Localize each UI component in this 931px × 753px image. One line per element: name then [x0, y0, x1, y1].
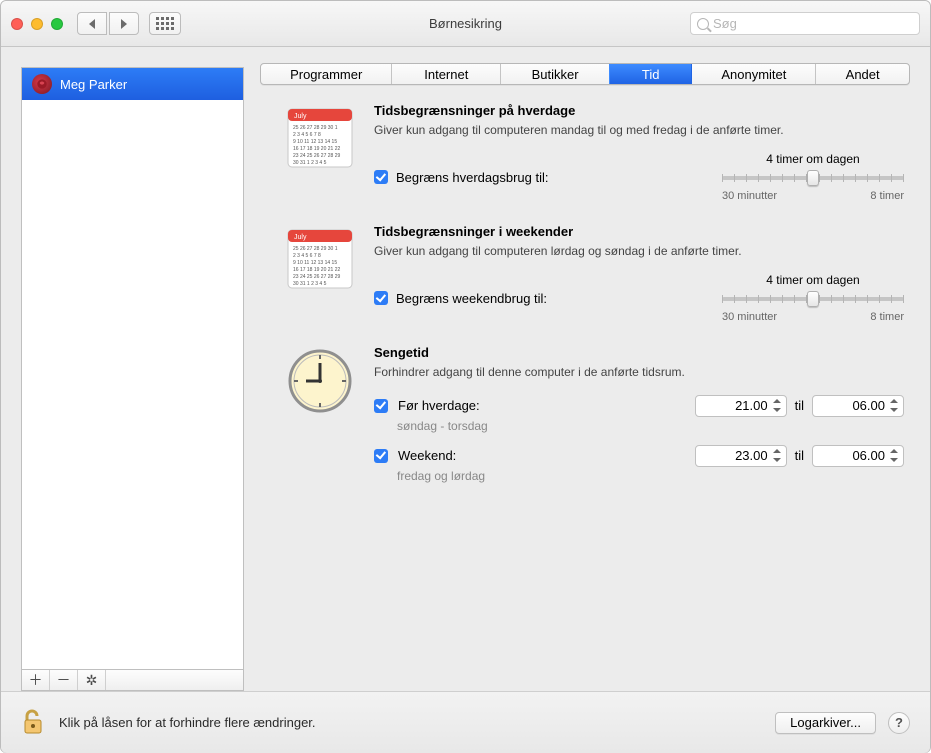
time-stepper[interactable]: [887, 447, 901, 465]
weekday-slider-value: 4 timer om dagen: [722, 152, 904, 166]
avatar: [32, 74, 52, 94]
weekday-limit-label: Begræns hverdagsbrug til:: [396, 170, 548, 185]
main-pane: Programmer Internet Butikker Tid Anonymi…: [244, 47, 930, 691]
svg-text:30 31 1 2 3 4 5: 30 31 1 2 3 4 5: [293, 281, 327, 287]
sidebar: Meg Parker ＋ － ✲: [1, 47, 244, 691]
search-placeholder: Søg: [713, 16, 737, 31]
bedtime-weekend-to[interactable]: 06.00: [812, 445, 904, 467]
svg-text:9 10 11 12 13 14 15: 9 10 11 12 13 14 15: [293, 260, 337, 266]
section-weekend: July 25 26 27 28 29 30 1 2 3 4 5 6 7 8 9 …: [284, 224, 904, 323]
tab-tid[interactable]: Tid: [610, 64, 692, 84]
bedtime-weekend-from[interactable]: 23.00: [695, 445, 787, 467]
window-controls: [11, 18, 63, 30]
bedtime-school-to[interactable]: 06.00: [812, 395, 904, 417]
svg-text:23 24 25 26 27 28 29: 23 24 25 26 27 28 29: [293, 153, 340, 159]
bedtime-weekend-checkbox[interactable]: [374, 449, 388, 463]
time-stepper[interactable]: [770, 397, 784, 415]
svg-text:25 26 27 28 29 30 1: 25 26 27 28 29 30 1: [293, 125, 338, 131]
user-name: Meg Parker: [60, 77, 127, 92]
section-weekday: July 25 26 27 28 29 30 1 2 3 4 5 6 7 8 9 …: [284, 103, 904, 202]
sidebar-user-item[interactable]: Meg Parker: [22, 68, 243, 100]
svg-text:16 17 18 19 20 21 22: 16 17 18 19 20 21 22: [293, 267, 340, 273]
weekday-slider[interactable]: [722, 176, 904, 180]
back-button[interactable]: [77, 12, 107, 35]
time-stepper[interactable]: [770, 447, 784, 465]
weekend-slider[interactable]: [722, 297, 904, 301]
bedtime-school-checkbox[interactable]: [374, 399, 388, 413]
footer: Klik på låsen for at forhindre flere ænd…: [1, 691, 930, 753]
weekend-limit-checkbox[interactable]: [374, 291, 388, 305]
remove-user-button[interactable]: －: [50, 670, 78, 690]
bedtime-weekend-sub: fredag og lørdag: [397, 469, 904, 483]
svg-text:16 17 18 19 20 21 22: 16 17 18 19 20 21 22: [293, 146, 340, 152]
time-stepper[interactable]: [887, 397, 901, 415]
calendar-icon: July 25 26 27 28 29 30 1 2 3 4 5 6 7 8 9 …: [284, 103, 356, 175]
add-user-button[interactable]: ＋: [22, 670, 50, 690]
chevron-left-icon: [89, 19, 95, 29]
chevron-right-icon: [121, 19, 127, 29]
svg-text:2 3 4 5 6 7 8: 2 3 4 5 6 7 8: [293, 253, 321, 259]
weekend-max-label: 8 timer: [870, 311, 904, 323]
weekday-desc: Giver kun adgang til computeren mandag t…: [374, 122, 904, 138]
weekday-max-label: 8 timer: [870, 190, 904, 202]
window-title: Børnesikring: [429, 16, 502, 31]
titlebar: Børnesikring Søg: [1, 1, 930, 47]
weekend-desc: Giver kun adgang til computeren lørdag o…: [374, 243, 904, 259]
bedtime-weekend-label: Weekend:: [398, 448, 456, 463]
sidebar-toolbar: ＋ － ✲: [21, 669, 244, 691]
minimize-window-button[interactable]: [31, 18, 43, 30]
tab-programmer[interactable]: Programmer: [261, 64, 392, 84]
zoom-window-button[interactable]: [51, 18, 63, 30]
sections: July 25 26 27 28 29 30 1 2 3 4 5 6 7 8 9 …: [260, 85, 910, 517]
weekend-min-label: 30 minutter: [722, 311, 777, 323]
svg-text:9 10 11 12 13 14 15: 9 10 11 12 13 14 15: [293, 139, 337, 145]
tab-anonymitet[interactable]: Anonymitet: [692, 64, 816, 84]
grid-icon: [156, 17, 174, 30]
gear-icon: ✲: [86, 672, 98, 689]
search-field[interactable]: Søg: [690, 12, 920, 35]
user-list[interactable]: Meg Parker: [21, 67, 244, 669]
svg-text:July: July: [294, 234, 307, 241]
tab-butikker[interactable]: Butikker: [501, 64, 610, 84]
svg-text:25 26 27 28 29 30 1: 25 26 27 28 29 30 1: [293, 246, 338, 252]
svg-text:July: July: [294, 113, 307, 120]
section-bedtime: Sengetid Forhindrer adgang til denne com…: [284, 345, 904, 494]
show-all-button[interactable]: [149, 12, 181, 35]
calendar-icon: July 25 26 27 28 29 30 1 2 3 4 5 6 7 8 9 …: [284, 224, 356, 296]
svg-text:30 31 1 2 3 4 5: 30 31 1 2 3 4 5: [293, 160, 327, 166]
tab-internet[interactable]: Internet: [392, 64, 501, 84]
weekend-title: Tidsbegrænsninger i weekender: [374, 224, 904, 239]
svg-text:23 24 25 26 27 28 29: 23 24 25 26 27 28 29: [293, 274, 340, 280]
tabs: Programmer Internet Butikker Tid Anonymi…: [260, 63, 910, 85]
bedtime-title: Sengetid: [374, 345, 904, 360]
svg-text:2 3 4 5 6 7 8: 2 3 4 5 6 7 8: [293, 132, 321, 138]
close-window-button[interactable]: [11, 18, 23, 30]
weekday-limit-checkbox[interactable]: [374, 170, 388, 184]
weekday-title: Tidsbegrænsninger på hverdage: [374, 103, 904, 118]
forward-button[interactable]: [109, 12, 139, 35]
slider-knob[interactable]: [807, 291, 819, 307]
lock-text: Klik på låsen for at forhindre flere ænd…: [59, 715, 316, 730]
help-button[interactable]: ?: [888, 712, 910, 734]
content: Meg Parker ＋ － ✲ Programmer Internet But…: [1, 47, 930, 691]
weekend-limit-label: Begræns weekendbrug til:: [396, 291, 547, 306]
search-icon: [697, 18, 709, 30]
bedtime-desc: Forhindrer adgang til denne computer i d…: [374, 364, 904, 380]
slider-knob[interactable]: [807, 170, 819, 186]
bedtime-school-from[interactable]: 21.00: [695, 395, 787, 417]
bedtime-school-sub: søndag - torsdag: [397, 419, 904, 433]
weekday-min-label: 30 minutter: [722, 190, 777, 202]
clock-icon: [284, 345, 356, 417]
weekend-slider-value: 4 timer om dagen: [722, 273, 904, 287]
tab-andet[interactable]: Andet: [816, 64, 909, 84]
rose-icon: [35, 77, 49, 91]
bedtime-school-label: Før hverdage:: [398, 398, 480, 413]
logs-button[interactable]: Logarkiver...: [775, 712, 876, 734]
lock-icon[interactable]: [21, 706, 47, 739]
nav-buttons: [77, 12, 139, 35]
user-actions-button[interactable]: ✲: [78, 670, 106, 690]
